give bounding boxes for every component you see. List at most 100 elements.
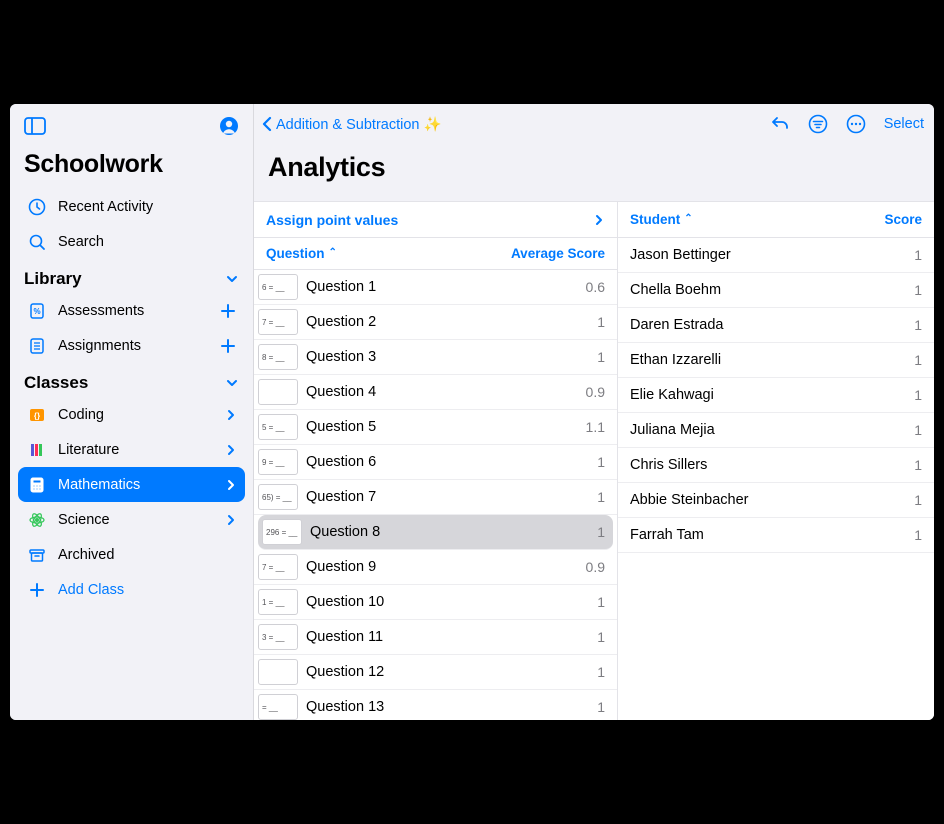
sidebar-item-add-class[interactable]: Add Class [18,572,245,607]
student-row[interactable]: Farrah Tam1 [618,518,934,553]
question-thumbnail [258,659,298,685]
calculator-icon [26,476,48,494]
students-column-header[interactable]: Student ⌃ Score [618,202,934,238]
svg-text:{}: {} [34,411,40,420]
student-row[interactable]: Jason Bettinger1 [618,238,934,273]
question-score: 1 [597,629,605,645]
question-score: 1 [597,594,605,610]
sidebar-item-search[interactable]: Search [18,224,245,259]
search-icon [26,233,48,251]
question-row[interactable]: 296 = __Question 81 [258,515,613,550]
question-row[interactable]: = __Question 131 [254,690,617,720]
question-row[interactable]: 6 = __Question 10.6 [254,270,617,305]
question-thumbnail: 7 = __ [258,554,298,580]
student-row[interactable]: Daren Estrada1 [618,308,934,343]
student-row[interactable]: Chella Boehm1 [618,273,934,308]
student-score: 1 [914,492,922,508]
sidebar-item-recent-activity[interactable]: Recent Activity [18,189,245,224]
student-name: Jason Bettinger [630,247,914,263]
question-thumbnail: 9 = __ [258,449,298,475]
list-doc-icon [26,337,48,355]
question-row[interactable]: Question 40.9 [254,375,617,410]
plus-icon[interactable] [219,337,237,355]
student-name: Juliana Mejia [630,422,914,438]
question-row[interactable]: 8 = __Question 31 [254,340,617,375]
question-row[interactable]: 1 = __ Question 101 [254,585,617,620]
sort-asc-icon: ⌃ [684,213,692,224]
sidebar-section-library[interactable]: Library [10,259,253,293]
more-icon[interactable] [846,114,866,134]
sidebar-toggle-icon[interactable] [24,117,46,135]
question-label: Question 7 [306,489,597,505]
question-row[interactable]: 7 = __Question 90.9 [254,550,617,585]
student-row[interactable]: Elie Kahwagi1 [618,378,934,413]
question-thumbnail: 7 = __ [258,309,298,335]
student-row[interactable]: Ethan Izzarelli1 [618,343,934,378]
sidebar-item-label: Coding [58,407,104,423]
sidebar-item-assessments[interactable]: % Assessments [18,293,245,328]
question-label: Question 4 [306,384,586,400]
sidebar-section-classes[interactable]: Classes [10,363,253,397]
question-score: 0.9 [586,384,605,400]
question-thumbnail: 6 = __ [258,274,298,300]
sidebar-item-label: Mathematics [58,477,140,493]
question-score: 0.9 [586,559,605,575]
select-button[interactable]: Select [884,116,924,132]
student-score: 1 [914,247,922,263]
question-score: 1 [597,454,605,470]
atom-icon [26,511,48,529]
chevron-left-icon [260,115,274,133]
student-name: Farrah Tam [630,527,914,543]
plus-icon[interactable] [219,302,237,320]
questions-column-header[interactable]: Question ⌃ Average Score [254,238,617,270]
student-row[interactable]: Abbie Steinbacher1 [618,483,934,518]
score-header-label: Score [884,212,922,227]
back-button[interactable]: Addition & Subtraction ✨ [260,115,442,133]
sidebar: Schoolwork Recent Activity Search Librar… [10,104,254,720]
account-icon[interactable] [219,116,239,136]
question-row[interactable]: Question 121 [254,655,617,690]
question-thumbnail: 1 = __ [258,589,298,615]
percent-doc-icon: % [26,302,48,320]
clock-icon [26,198,48,216]
chevron-down-icon [225,272,239,286]
question-label: Question 2 [306,314,597,330]
student-name: Abbie Steinbacher [630,492,914,508]
filter-icon[interactable] [808,114,828,134]
undo-icon[interactable] [770,115,790,133]
student-score: 1 [914,317,922,333]
question-row[interactable]: 5 = __Question 51.1 [254,410,617,445]
sidebar-item-class-mathematics[interactable]: Mathematics [18,467,245,502]
chevron-right-icon [593,214,605,226]
student-score: 1 [914,422,922,438]
sort-asc-icon: ⌃ [329,247,337,258]
question-label: Question 1 [306,279,586,295]
question-header-label: Question [266,246,325,261]
sidebar-item-label: Add Class [58,582,124,598]
student-row[interactable]: Chris Sillers1 [618,448,934,483]
assign-point-values-button[interactable]: Assign point values [254,202,617,238]
svg-text:%: % [33,307,40,316]
sidebar-item-class-literature[interactable]: Literature [18,432,245,467]
question-row[interactable]: 7 = __Question 21 [254,305,617,340]
student-score: 1 [914,352,922,368]
archive-icon [26,546,48,564]
sidebar-item-archived[interactable]: Archived [18,537,245,572]
page-title: Analytics [254,138,934,201]
sidebar-item-assignments[interactable]: Assignments [18,328,245,363]
question-label: Question 10 [306,594,597,610]
question-row[interactable]: 9 = __ Question 61 [254,445,617,480]
question-label: Question 6 [306,454,597,470]
student-row[interactable]: Juliana Mejia1 [618,413,934,448]
question-row[interactable]: 65) = __Question 71 [254,480,617,515]
sidebar-item-class-science[interactable]: Science [18,502,245,537]
main-content: Addition & Subtraction ✨ Select Analytic… [254,104,934,720]
chevron-right-icon [225,444,237,456]
question-label: Question 12 [306,664,597,680]
app-title: Schoolwork [10,140,253,189]
question-score: 1 [597,489,605,505]
question-row[interactable]: 3 = __Question 111 [254,620,617,655]
question-score: 1 [597,524,605,540]
sidebar-item-class-coding[interactable]: {} Coding [18,397,245,432]
back-label: Addition & Subtraction ✨ [276,116,442,133]
